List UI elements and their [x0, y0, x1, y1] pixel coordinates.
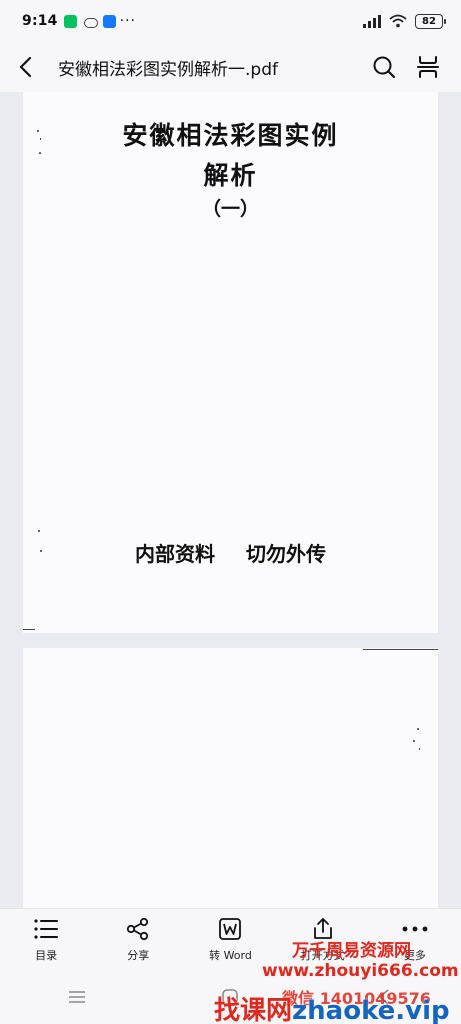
- scan-speck: [417, 728, 419, 730]
- scan-speck: [413, 740, 415, 742]
- status-bar: 9:14 ··· 82: [0, 0, 461, 42]
- back-button[interactable]: [0, 42, 50, 92]
- status-app-icons: [63, 14, 116, 28]
- more-icon: [402, 926, 428, 932]
- watermark-cn: 找课网: [214, 996, 293, 1024]
- list-icon: [34, 919, 59, 939]
- pdf-title-line-2: 解析: [203, 161, 258, 190]
- toc-button[interactable]: 目录: [6, 915, 86, 963]
- share-label: 分享: [127, 949, 150, 962]
- status-more-text: ···: [119, 13, 136, 29]
- scan-speck: [39, 152, 41, 154]
- menu-icon: [68, 991, 85, 1003]
- convert-word-button[interactable]: 转 Word: [190, 915, 270, 963]
- back-arrow-icon: [19, 56, 32, 78]
- toc-label: 目录: [35, 949, 58, 962]
- scan-edge: [363, 649, 438, 650]
- watermark-line-1: 万千周易资源网: [292, 941, 411, 961]
- share-icon: [127, 917, 149, 941]
- word-icon: [219, 918, 242, 940]
- app-icon: [102, 14, 116, 28]
- status-right: 82: [363, 13, 446, 29]
- page-fit-button[interactable]: [413, 52, 443, 82]
- watermark-line-4: 找课网zhaoke.vip: [214, 990, 450, 1024]
- signal-icon: [363, 14, 381, 28]
- status-time: 9:14: [22, 13, 58, 29]
- search-icon: [373, 56, 396, 79]
- scan-speck: [38, 530, 40, 532]
- scan-speck: [40, 138, 41, 140]
- pdf-footer-text: 内部资料 切勿外传: [135, 542, 326, 566]
- share-button[interactable]: 分享: [98, 915, 178, 963]
- scan-edge: [23, 629, 35, 630]
- title-bar: 安徽相法彩图实例解析一.pdf: [0, 42, 461, 92]
- document-title: 安徽相法彩图实例解析一.pdf: [58, 59, 278, 80]
- search-button[interactable]: [369, 52, 399, 82]
- cloud-icon: [83, 15, 98, 28]
- scan-speck: [40, 550, 42, 552]
- pdf-title-line-3: （一）: [201, 198, 259, 220]
- scan-speck: [37, 130, 39, 132]
- pdf-page-1[interactable]: 安徽相法彩图实例 解析 （一） 内部资料 切勿外传: [23, 92, 438, 633]
- wechat-icon: [63, 14, 77, 28]
- nav-menu-button[interactable]: [57, 982, 97, 1012]
- watermark-line-2: www.zhouyi666.com: [262, 961, 459, 981]
- scan-speck: [419, 748, 420, 750]
- watermark-en: zhaoke.vip: [292, 996, 450, 1024]
- fit-width-icon: [417, 56, 439, 78]
- pdf-page-2[interactable]: [23, 648, 438, 910]
- battery-indicator: 82: [415, 13, 446, 29]
- pdf-title-line-1: 安徽相法彩图实例: [122, 121, 339, 150]
- wifi-icon: [389, 14, 407, 28]
- convert-word-label: 转 Word: [209, 949, 252, 962]
